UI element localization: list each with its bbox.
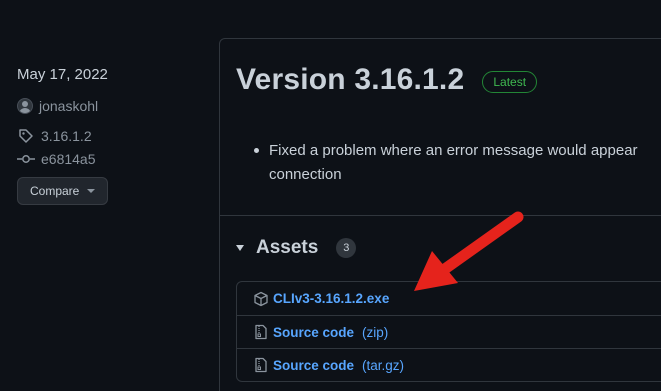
assets-count-badge: 3 [336, 238, 357, 258]
avatar[interactable] [17, 98, 33, 114]
asset-format-targz[interactable]: (tar.gz) [362, 358, 404, 373]
asset-link-targz[interactable]: Source code [273, 358, 354, 373]
author-name[interactable]: jonaskohl [39, 96, 98, 116]
compare-label: Compare [30, 184, 80, 198]
package-icon [253, 291, 269, 307]
assets-heading[interactable]: Assets [256, 237, 318, 259]
asset-link-exe[interactable]: CLIv3-3.16.1.2.exe [273, 291, 389, 306]
release-title[interactable]: Version 3.16.1.2 [236, 63, 464, 97]
release-notes: Fixed a problem where an error message w… [252, 139, 661, 187]
assets-toggle[interactable]: Assets 3 [236, 237, 357, 259]
commit-hash[interactable]: e6814a5 [41, 149, 96, 169]
release-note-item: Fixed a problem where an error message w… [252, 139, 661, 187]
release-commit[interactable]: e6814a5 [17, 149, 207, 169]
asset-row[interactable]: Source code (zip) [237, 315, 661, 348]
chevron-down-icon [87, 189, 96, 193]
release-note-line-1: Fixed a problem where an error message w… [269, 142, 638, 159]
release-meta: May 17, 2022 jonaskohl 3.16.1.2 e6814a5 … [17, 62, 207, 205]
annotation-arrow-icon [414, 211, 524, 291]
release-note-line-2: connection [269, 166, 342, 183]
git-commit-icon [17, 150, 35, 168]
tag-icon [17, 127, 35, 145]
asset-link-zip[interactable]: Source code [273, 325, 354, 340]
release-header: Version 3.16.1.2 Latest [236, 63, 538, 97]
file-zip-icon [253, 357, 269, 373]
tag-label[interactable]: 3.16.1.2 [41, 126, 92, 146]
latest-badge: Latest [482, 71, 538, 93]
asset-format-zip[interactable]: (zip) [362, 325, 388, 340]
release-author[interactable]: jonaskohl [17, 96, 207, 116]
release-date: May 17, 2022 [17, 66, 108, 83]
release-tag[interactable]: 3.16.1.2 [17, 126, 207, 146]
file-zip-icon [253, 324, 269, 340]
asset-row[interactable]: Source code (tar.gz) [237, 348, 661, 381]
compare-button[interactable]: Compare [17, 177, 109, 205]
triangle-down-icon[interactable] [236, 245, 244, 251]
